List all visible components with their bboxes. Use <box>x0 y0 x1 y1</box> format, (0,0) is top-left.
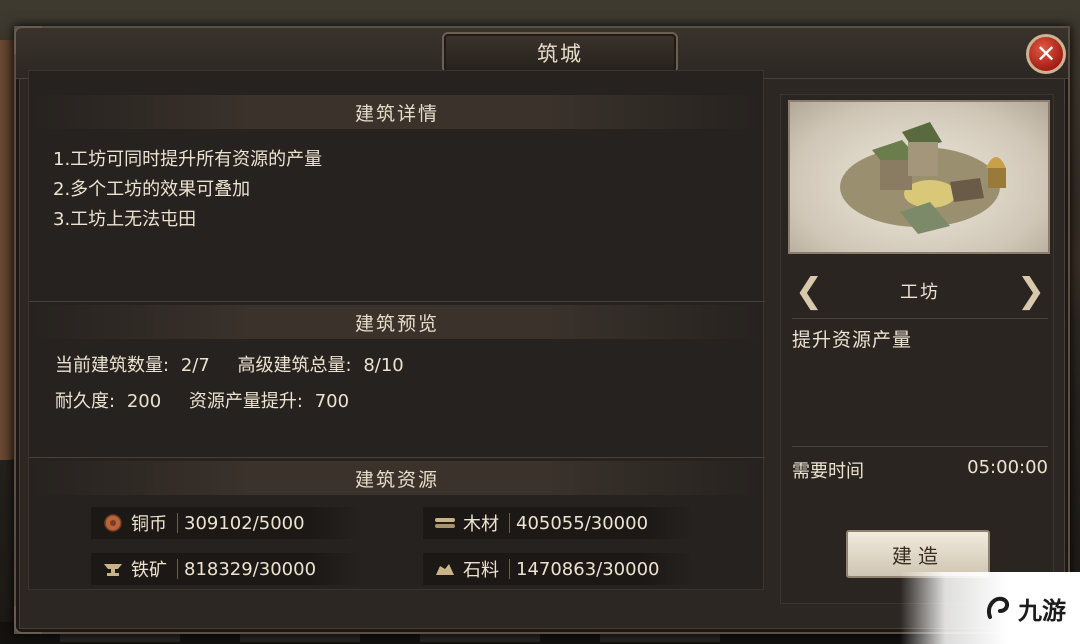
resource-name: 石料 <box>463 560 499 581</box>
prev-building-button[interactable]: ❮ <box>794 271 824 311</box>
close-button[interactable]: ✕ <box>1026 34 1066 74</box>
time-required-label: 需要时间 <box>792 461 864 482</box>
resource-value: 405055/30000 <box>516 512 649 534</box>
resource-value: 818329/30000 <box>184 558 317 580</box>
dialog-title: 筑城 <box>442 32 678 74</box>
time-required-value: 05:00:00 <box>967 457 1048 478</box>
preview-heading: 建筑预览 <box>29 305 765 339</box>
frame-corner <box>14 606 42 634</box>
section-divider <box>29 301 765 302</box>
resource-value: 309102/5000 <box>184 512 305 534</box>
boost-label: 资源产量提升: <box>188 391 303 412</box>
building-selector: ❮ 工坊 ❯ <box>794 266 1046 316</box>
section-divider <box>29 457 765 458</box>
stone-icon <box>433 560 457 578</box>
build-button[interactable]: 建造 <box>846 530 990 578</box>
jiuyou-logo-icon <box>987 596 1009 619</box>
detail-line-2: 2.多个工坊的效果可叠加 <box>53 179 251 200</box>
wood-icon <box>433 514 457 532</box>
resource-iron: 铁矿 818329/30000 <box>91 553 363 585</box>
boost-value: 700 <box>314 391 350 412</box>
iron-anvil-icon <box>101 560 125 578</box>
resource-stone: 石料 1470863/30000 <box>423 553 695 585</box>
frame-corner <box>14 26 42 54</box>
resource-wood: 木材 405055/30000 <box>423 507 695 539</box>
separator <box>177 513 178 533</box>
workshop-building-image <box>788 100 1050 254</box>
current-count-value: 2/7 <box>180 355 210 376</box>
resource-name: 铜币 <box>131 514 167 535</box>
detail-line-1: 1.工坊可同时提升所有资源的产量 <box>53 149 323 170</box>
details-heading: 建筑详情 <box>29 95 765 129</box>
durability-value: 200 <box>126 391 162 412</box>
advanced-total-value: 8/10 <box>363 355 404 376</box>
resources-heading: 建筑资源 <box>29 461 765 495</box>
preview-row-2: 耐久度: 200 资源产量提升: 700 <box>55 387 349 413</box>
watermark-text: 九游 <box>1018 596 1066 625</box>
time-divider <box>792 446 1048 447</box>
watermark: 九游 <box>900 572 1080 644</box>
chevron-right-icon: ❯ <box>1016 271 1046 311</box>
building-name: 工坊 <box>900 282 940 303</box>
current-count-label: 当前建筑数量: <box>55 355 170 376</box>
durability-label: 耐久度: <box>55 391 116 412</box>
separator <box>509 559 510 579</box>
close-icon: ✕ <box>1035 40 1057 68</box>
preview-row-1: 当前建筑数量: 2/7 高级建筑总量: 8/10 <box>55 351 404 377</box>
chevron-left-icon: ❮ <box>794 271 824 311</box>
next-building-button[interactable]: ❯ <box>1016 271 1046 311</box>
resource-name: 木材 <box>463 514 499 535</box>
building-effect: 提升资源产量 <box>792 329 913 351</box>
info-panel: 建筑详情 1.工坊可同时提升所有资源的产量 2.多个工坊的效果可叠加 3.工坊上… <box>28 70 765 590</box>
advanced-total-label: 高级建筑总量: <box>237 355 352 376</box>
separator <box>177 559 178 579</box>
resource-name: 铁矿 <box>131 560 167 581</box>
separator <box>509 513 510 533</box>
resource-value: 1470863/30000 <box>516 558 660 580</box>
copper-coin-icon <box>101 514 125 532</box>
detail-line-3: 3.工坊上无法屯田 <box>53 209 197 230</box>
selector-divider <box>792 318 1048 319</box>
resource-copper: 铜币 309102/5000 <box>91 507 363 539</box>
